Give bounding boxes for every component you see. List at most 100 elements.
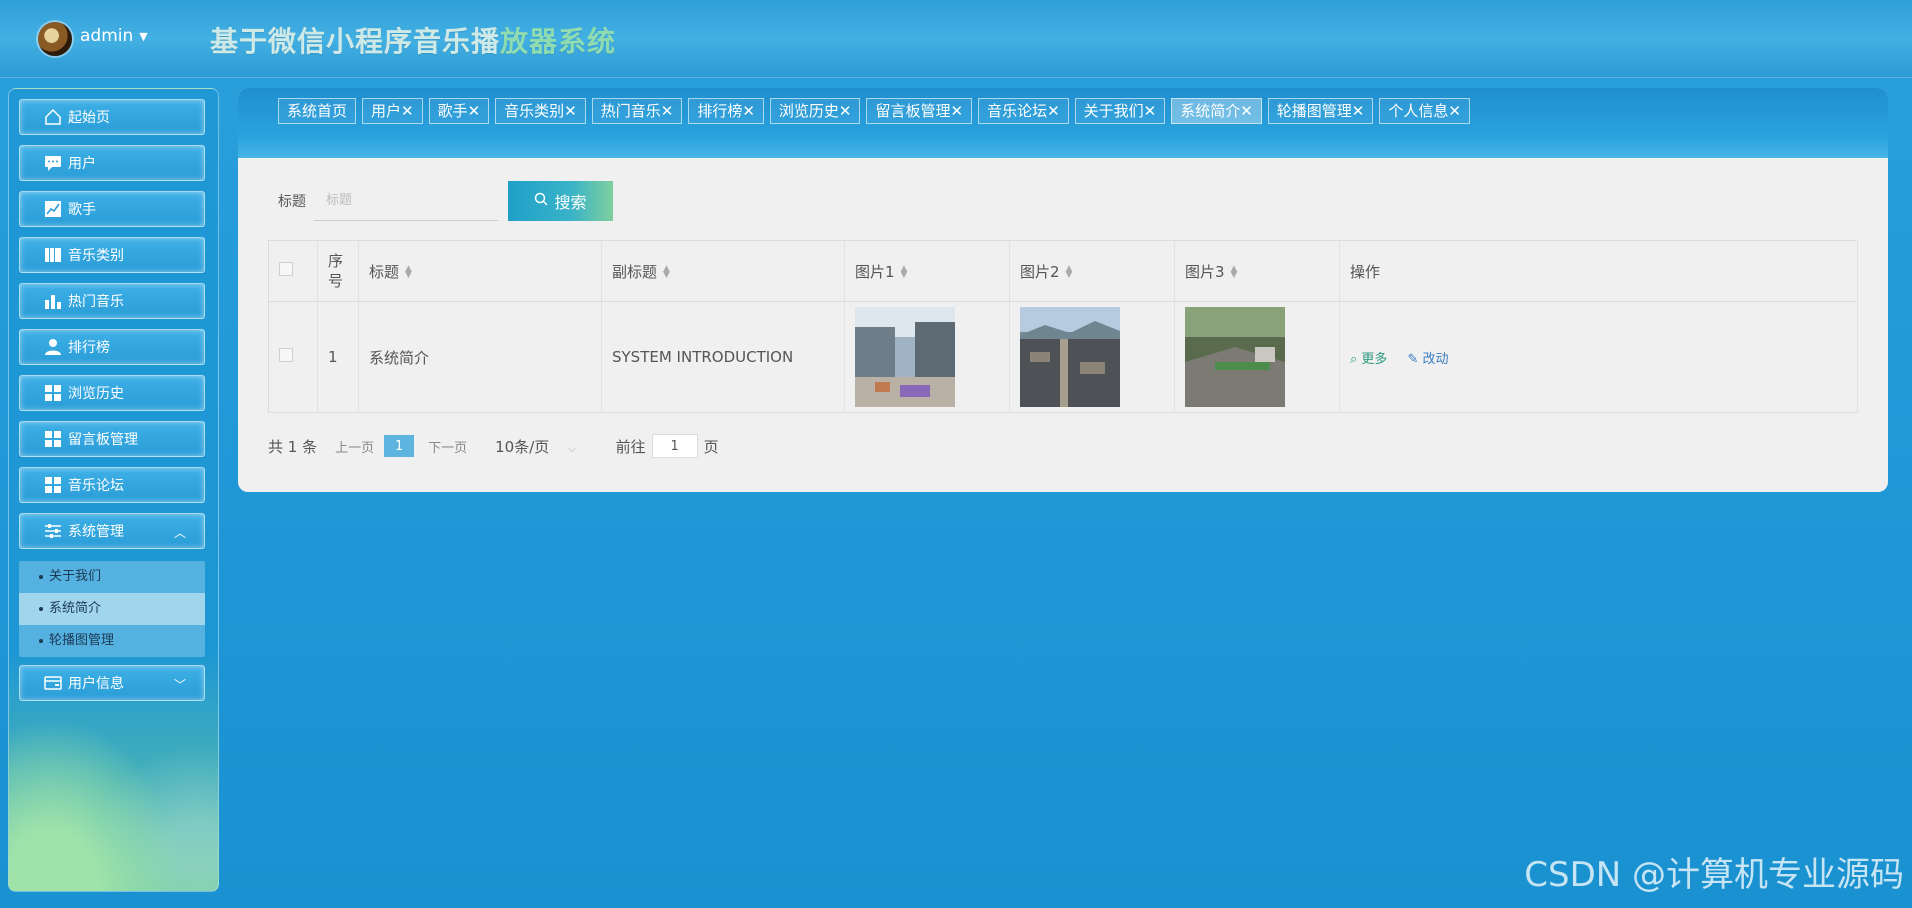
tabs-bar: 系统首页 用户✕ 歌手✕ 音乐类别✕ 热门音乐✕ 排行榜✕ 浏览历史✕ 留言板管… (238, 88, 1888, 158)
header-image3[interactable]: 图片3 ▲ ▼ (1174, 240, 1340, 302)
sidebar-item-label: 排行榜 (68, 340, 110, 356)
tab-profile[interactable]: 个人信息✕ (1379, 98, 1470, 124)
chart-line-icon (44, 200, 62, 218)
grid-icon (44, 384, 62, 402)
tab-carousel[interactable]: 轮播图管理✕ (1267, 98, 1374, 124)
tab-home[interactable]: 系统首页 (278, 98, 357, 124)
sidebar-item-label: 系统管理 (68, 524, 124, 540)
row-image2-thumbnail[interactable] (1020, 307, 1120, 407)
header-image2[interactable]: 图片2 ▲ ▼ (1009, 240, 1175, 302)
search-input[interactable] (314, 180, 498, 221)
avatar[interactable] (38, 22, 72, 56)
sidebar-item-label: 歌手 (68, 202, 96, 218)
tab-user[interactable]: 用户✕ (362, 98, 423, 124)
search-button[interactable]: 搜索 (508, 180, 613, 221)
sort-icon[interactable]: ▲ ▼ (405, 265, 412, 280)
chevron-down-icon: ﹀ (173, 678, 186, 692)
header-image1[interactable]: 图片1 ▲ ▼ (844, 240, 1010, 302)
edit-button[interactable]: ✎ 改动 (1407, 348, 1448, 367)
tab-history[interactable]: 浏览历史✕ (769, 98, 861, 124)
row-image3-cell (1174, 301, 1340, 413)
pager-total: 共 1 条 (268, 437, 318, 456)
grid-icon (44, 476, 62, 494)
sidebar-item-forum[interactable]: 音乐论坛 (19, 467, 205, 503)
chat-icon (44, 154, 62, 172)
user-icon (44, 338, 62, 356)
bar-chart-icon (44, 292, 62, 310)
tab-guestbook[interactable]: 留言板管理✕ (866, 98, 973, 124)
sidebar-item-user[interactable]: 用户 (19, 145, 205, 181)
search-icon: ⌕ (1350, 351, 1358, 367)
header-subtitle[interactable]: 副标题 ▲ ▼ (601, 240, 845, 302)
tab-ranking[interactable]: 排行榜✕ (688, 98, 764, 124)
row-checkbox[interactable] (279, 348, 293, 362)
sidebar-item-label: 音乐论坛 (68, 478, 124, 494)
pager-size-select[interactable]: 10条/页 ⌵ (495, 436, 576, 457)
card-icon (44, 674, 62, 692)
tab-singer[interactable]: 歌手✕ (428, 98, 490, 124)
sidebar-item-label: 留言板管理 (68, 432, 138, 448)
system-submenu: 关于我们 系统简介 轮播图管理 (19, 561, 205, 657)
sort-icon[interactable]: ▲ ▼ (1066, 265, 1073, 280)
title-part2: 放器系统 (500, 25, 617, 58)
sort-icon[interactable]: ▲ ▼ (663, 265, 670, 280)
submenu-item-about[interactable]: 关于我们 (19, 561, 205, 593)
header-select-all[interactable] (268, 240, 318, 302)
sidebar-item-label: 浏览历史 (68, 386, 124, 402)
search-icon (534, 191, 549, 210)
tab-hot-music[interactable]: 热门音乐✕ (591, 98, 683, 124)
sort-icon[interactable]: ▲ ▼ (901, 265, 908, 280)
sidebar-item-system-management[interactable]: 系统管理 ︿ (19, 513, 205, 549)
tab-system-intro[interactable]: 系统简介✕ (1171, 98, 1262, 124)
row-subtitle: SYSTEM INTRODUCTION (601, 301, 845, 413)
sidebar: 起始页 用户 歌手 音乐类别 热门音乐 排行榜 浏览历史 留言板管理 音乐论坛 … (8, 88, 219, 892)
search-row: 标题 搜索 (278, 180, 613, 221)
sidebar-decoration (9, 671, 218, 891)
sidebar-item-home[interactable]: 起始页 (19, 99, 205, 135)
pagination: 共 1 条 上一页 1 下一页 10条/页 ⌵ 前往 1 页 (268, 434, 719, 458)
user-menu[interactable]: admin ▼ (80, 26, 148, 46)
sidebar-item-label: 用户 (68, 156, 96, 172)
search-label: 标题 (278, 193, 306, 210)
home-icon (44, 108, 62, 126)
data-table: 序号 标题 ▲ ▼ 副标题 ▲ ▼ 图片1 ▲ ▼ 图片2 ▲ ▼ 图片3 ▲ ▼ 操作 1 系统简… (268, 240, 1858, 413)
tab-forum[interactable]: 音乐论坛✕ (978, 98, 1069, 124)
header-title[interactable]: 标题 ▲ ▼ (358, 240, 602, 302)
sort-icon[interactable]: ▲ ▼ (1231, 265, 1238, 280)
row-select[interactable] (268, 301, 318, 413)
sidebar-item-guestbook[interactable]: 留言板管理 (19, 421, 205, 457)
select-all-checkbox[interactable] (279, 262, 293, 276)
tab-about[interactable]: 关于我们✕ (1074, 98, 1166, 124)
header-title-label: 标题 (369, 262, 400, 281)
sidebar-item-ranking[interactable]: 排行榜 (19, 329, 205, 365)
sidebar-item-singer[interactable]: 歌手 (19, 191, 205, 227)
row-image3-thumbnail[interactable] (1185, 307, 1285, 407)
table-header-row: 序号 标题 ▲ ▼ 副标题 ▲ ▼ 图片1 ▲ ▼ 图片2 ▲ ▼ 图片3 ▲ ▼ 操作 (268, 240, 1858, 302)
row-index: 1 (317, 301, 359, 413)
pager-goto-label: 前往 (615, 437, 646, 456)
row-image1-thumbnail[interactable] (855, 307, 955, 407)
sidebar-item-music-category[interactable]: 音乐类别 (19, 237, 205, 273)
sidebar-item-user-info[interactable]: 用户信息 ﹀ (19, 665, 205, 701)
caret-down-icon: ▼ (139, 29, 148, 43)
watermark: CSDN @计算机专业源码 (1524, 855, 1904, 895)
sidebar-item-hot-music[interactable]: 热门音乐 (19, 283, 205, 319)
header-index: 序号 (317, 240, 359, 302)
edit-icon: ✎ (1407, 351, 1419, 367)
username: admin (80, 26, 134, 46)
submenu-item-carousel[interactable]: 轮播图管理 (19, 625, 205, 657)
pager-goto-input[interactable]: 1 (651, 434, 698, 458)
search-button-label: 搜索 (554, 192, 587, 212)
sidebar-item-history[interactable]: 浏览历史 (19, 375, 205, 411)
chevron-down-icon: ⌵ (568, 443, 576, 455)
submenu-item-system-intro[interactable]: 系统简介 (19, 593, 205, 625)
row-title: 系统简介 (358, 301, 602, 413)
more-button[interactable]: ⌕ 更多 (1350, 348, 1387, 367)
pager-prev[interactable]: 上一页 (335, 437, 374, 456)
title-part1: 基于微信小程序音乐播 (210, 25, 501, 58)
page-title: 基于微信小程序音乐播放器系统 (210, 20, 616, 60)
tab-music-category[interactable]: 音乐类别✕ (495, 98, 586, 124)
pager-next[interactable]: 下一页 (428, 437, 467, 456)
sidebar-item-label: 音乐类别 (68, 248, 124, 264)
pager-current-page[interactable]: 1 (384, 435, 415, 457)
